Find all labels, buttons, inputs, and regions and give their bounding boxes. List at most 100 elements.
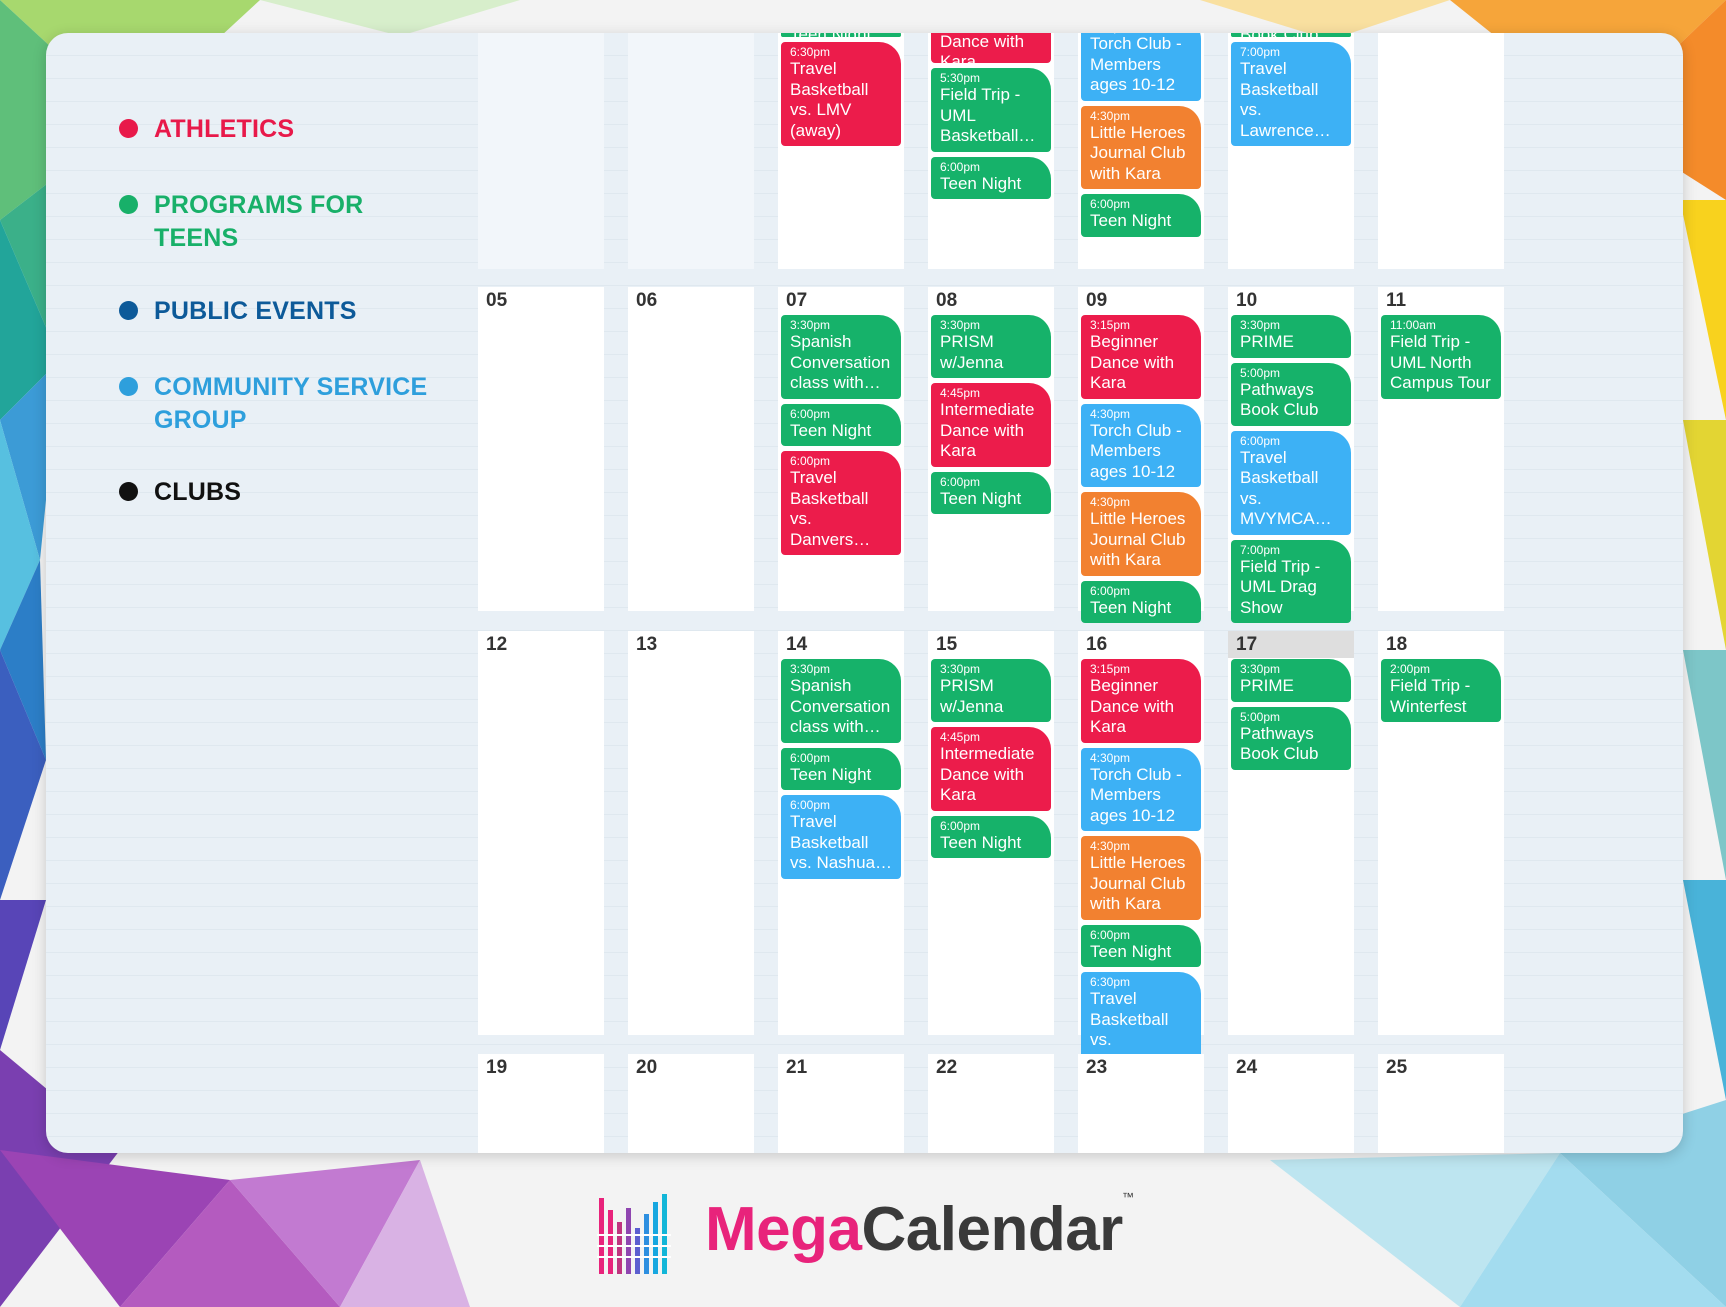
event-card[interactable]: 6:00pm Teen Night bbox=[1081, 194, 1201, 237]
event-card[interactable]: 5:00pm Pathways Book Club bbox=[1231, 362, 1351, 426]
day-cell[interactable]: 4:30pmTorch Club - Members ages 10-124:3… bbox=[1078, 33, 1204, 269]
event-title: Teen Night bbox=[790, 764, 872, 784]
day-cell[interactable]: 19 bbox=[478, 1054, 604, 1153]
event-time: 7:00pm bbox=[1240, 542, 1281, 557]
day-cell[interactable]: 05 bbox=[478, 287, 604, 611]
event-title: PRISM w/Jenna bbox=[940, 676, 1004, 716]
day-cell[interactable]: 14 3:30pm Spanish Conversation class with…… bbox=[778, 631, 904, 1035]
calendar-week: 19 20 21 22 23 24 25 bbox=[46, 1054, 1683, 1153]
event-card[interactable]: 6:00pm Teen Night bbox=[931, 156, 1051, 199]
megacalendar-logo: MegaCalendar ™ bbox=[595, 1180, 1155, 1280]
day-cell[interactable]: 07 3:30pm Spanish Conversation class with…… bbox=[778, 287, 904, 611]
event-card[interactable]: 4:30pmTorch Club - Members ages 10-12 bbox=[1081, 33, 1201, 101]
day-cell[interactable]: 16 3:15pm Beginner Dance with Kara 4:30pm To… bbox=[1078, 631, 1204, 1076]
event-time: 6:00pm bbox=[940, 474, 981, 489]
day-cell[interactable]: Book Club 7:00pmTravel Basketball vs. Law… bbox=[1228, 33, 1354, 269]
event-card[interactable]: 3:15pm Beginner Dance with Kara bbox=[1081, 315, 1201, 399]
day-cell[interactable]: 18 2:00pm Field Trip - Winterfest bbox=[1378, 631, 1504, 1035]
event-time: 3:15pm bbox=[1090, 318, 1131, 332]
calendar-panel: ATHLETICS PROGRAMS FOR TEENS PUBLIC EVEN… bbox=[46, 33, 1683, 1153]
event-time: 3:30pm bbox=[1240, 662, 1281, 676]
event-card[interactable]: 6:00pm Teen Night bbox=[1081, 580, 1201, 623]
day-number: 05 bbox=[486, 290, 508, 311]
event-card[interactable]: Intermediate Dance with Kara bbox=[931, 33, 1051, 63]
event-card[interactable]: 11:00am Field Trip - UML North Campus Tou… bbox=[1381, 315, 1501, 399]
day-cell[interactable] bbox=[1378, 33, 1504, 269]
day-events: 3:15pm Beginner Dance with Kara 4:30pm Torc… bbox=[1081, 315, 1201, 628]
event-time: 6:00pm bbox=[940, 159, 981, 174]
event-card[interactable]: 3:30pm PRIME bbox=[1231, 659, 1351, 702]
day-cell[interactable]: 09 3:15pm Beginner Dance with Kara 4:30pm To… bbox=[1078, 287, 1204, 623]
event-time: 6:00pm bbox=[790, 750, 831, 765]
day-cell[interactable]: 23 bbox=[1078, 1054, 1204, 1153]
day-cell[interactable]: 20 bbox=[628, 1054, 754, 1153]
day-number: 12 bbox=[486, 634, 508, 655]
day-cell[interactable]: 13 bbox=[628, 631, 754, 1035]
day-events: 3:30pm Spanish Conversation class with… 6:… bbox=[781, 315, 901, 560]
day-cell[interactable]: 17 3:30pm PRIME 5:00pm Pathways Book Club bbox=[1228, 631, 1354, 1035]
event-card[interactable]: 6:00pm Travel Basketball vs. Nashua… bbox=[781, 795, 901, 879]
event-card[interactable]: 6:00pm Teen Night bbox=[781, 747, 901, 790]
event-card[interactable]: 3:30pm PRISM w/Jenna bbox=[931, 315, 1051, 378]
event-time: 3:30pm bbox=[790, 318, 831, 332]
day-cell[interactable]: 11 11:00am Field Trip - UML North Campus T… bbox=[1378, 287, 1504, 611]
day-events: 3:30pm Spanish Conversation class with… 6:… bbox=[781, 659, 901, 884]
day-cell[interactable]: 21 bbox=[778, 1054, 904, 1153]
day-number: 19 bbox=[486, 1057, 508, 1078]
event-card[interactable]: Teen Night bbox=[781, 33, 901, 37]
event-card[interactable]: 6:00pm Teen Night bbox=[931, 815, 1051, 858]
event-card[interactable]: 5:30pm Field Trip - UML Basketball… bbox=[931, 68, 1051, 152]
event-title: Travel Basketball vs. Danvers… bbox=[790, 468, 871, 549]
event-time: 6:00pm bbox=[1090, 197, 1131, 211]
event-card[interactable]: 6:00pm Travel Basketball vs. Danvers… bbox=[781, 451, 901, 555]
day-cell[interactable]: 08 3:30pm PRISM w/Jenna 4:45pm Intermediate … bbox=[928, 287, 1054, 611]
day-cell[interactable]: 24 bbox=[1228, 1054, 1354, 1153]
day-cell[interactable]: 25 bbox=[1378, 1054, 1504, 1153]
trademark-mark: ™ bbox=[1122, 1190, 1134, 1204]
day-cell[interactable]: Teen Night 6:30pmTravel Basketball vs. LM… bbox=[778, 33, 904, 269]
event-card[interactable]: 3:30pm PRIME bbox=[1231, 315, 1351, 358]
day-cell[interactable]: 15 3:30pm PRISM w/Jenna 4:45pm Intermediate … bbox=[928, 631, 1054, 1035]
event-card[interactable]: 4:30pmTorch Club - Members ages 10-12 bbox=[1081, 747, 1201, 831]
day-cell[interactable]: 12 bbox=[478, 631, 604, 1035]
day-cell[interactable] bbox=[478, 33, 604, 269]
event-card[interactable]: 6:00pm Travel Basketball vs. MVYMCA… bbox=[1231, 430, 1351, 535]
event-card[interactable]: 4:30pm Little Heroes Journal Club with Ka… bbox=[1081, 836, 1201, 920]
event-title: Teen Night bbox=[790, 420, 872, 440]
event-card[interactable]: 2:00pm Field Trip - Winterfest bbox=[1381, 659, 1501, 722]
event-card[interactable]: Book Club bbox=[1231, 33, 1351, 37]
day-cell[interactable]: 22 bbox=[928, 1054, 1054, 1153]
event-card[interactable]: 7:00pm Field Trip - UML Drag Show bbox=[1231, 539, 1351, 623]
event-card[interactable]: 3:30pm Spanish Conversation class with… bbox=[781, 659, 901, 743]
day-cell[interactable]: 06 bbox=[628, 287, 754, 611]
event-card[interactable]: 4:30pm Little Heroes Journal Club with Ka… bbox=[1081, 492, 1201, 576]
event-title: Intermediate Dance with Kara bbox=[940, 744, 1035, 804]
event-card[interactable]: 3:30pm PRISM w/Jenna bbox=[931, 659, 1051, 722]
event-card[interactable]: 4:45pm Intermediate Dance with Kara bbox=[931, 383, 1051, 467]
event-title: Pathways Book Club bbox=[1240, 379, 1319, 420]
event-card[interactable]: 5:00pm Pathways Book Club bbox=[1231, 706, 1351, 770]
event-time: 6:00pm bbox=[940, 818, 981, 833]
event-card[interactable]: 4:30pm Little Heroes Journal Club with Ka… bbox=[1081, 105, 1201, 189]
event-card[interactable]: 6:30pm Travel Basketball vs. LMV (away) bbox=[781, 42, 901, 146]
event-card[interactable]: 6:00pm Teen Night bbox=[931, 471, 1051, 514]
event-card[interactable]: 3:30pm Spanish Conversation class with… bbox=[781, 315, 901, 399]
event-time: 3:30pm bbox=[940, 662, 981, 676]
event-card[interactable]: 4:45pm Intermediate Dance with Kara bbox=[931, 727, 1051, 811]
event-card[interactable]: 6:00pm Teen Night bbox=[781, 403, 901, 446]
day-cell[interactable]: 10 3:30pm PRIME 5:00pm Pathways Book Club 6:0… bbox=[1228, 287, 1354, 623]
day-events: 2:00pm Field Trip - Winterfest bbox=[1381, 659, 1501, 727]
day-number bbox=[478, 33, 604, 50]
day-events: Intermediate Dance with Kara 5:30pmField … bbox=[931, 33, 1051, 204]
event-title: Little Heroes Journal Club with Kara bbox=[1090, 122, 1186, 183]
calendar-week: 12 13 14 3:30pm Spanish Conversation class w… bbox=[46, 631, 1683, 1076]
event-title: Beginner Dance with Kara bbox=[1090, 676, 1175, 736]
day-number: 06 bbox=[636, 290, 658, 311]
event-card[interactable]: 4:30pmTorch Club - Members ages 10-12 bbox=[1081, 403, 1201, 487]
day-cell[interactable] bbox=[628, 33, 754, 269]
event-time: 6:00pm bbox=[790, 406, 831, 421]
event-card[interactable]: 3:15pm Beginner Dance with Kara bbox=[1081, 659, 1201, 743]
event-card[interactable]: 6:00pm Teen Night bbox=[1081, 924, 1201, 967]
event-card[interactable]: 7:00pm Travel Basketball vs. Lawrence… bbox=[1231, 42, 1351, 146]
day-cell[interactable]: Intermediate Dance with Kara 5:30pmField … bbox=[928, 33, 1054, 269]
